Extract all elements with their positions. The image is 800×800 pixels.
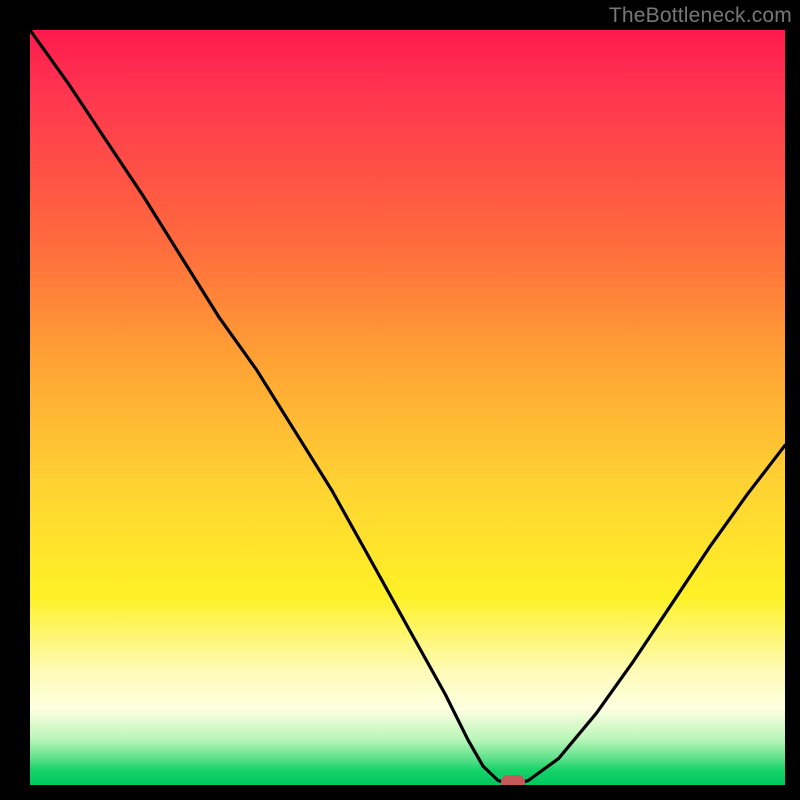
- chart-frame: TheBottleneck.com: [0, 0, 800, 800]
- plot-area: [30, 30, 785, 785]
- watermark-text: TheBottleneck.com: [609, 4, 792, 28]
- bottleneck-curve: [30, 30, 785, 785]
- optimal-point-marker: [501, 775, 525, 785]
- curve-path: [30, 30, 785, 785]
